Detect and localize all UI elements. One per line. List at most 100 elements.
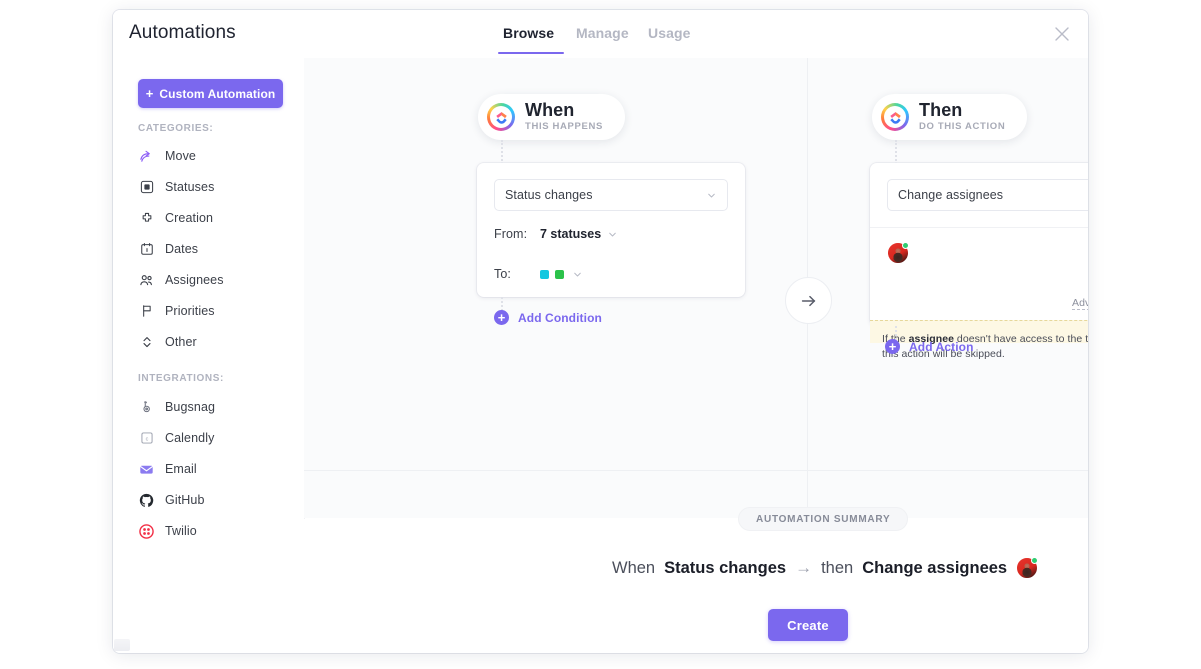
when-subtitle: THIS HAPPENS [525, 121, 604, 132]
trigger-card: Status changes From: 7 statuses To: [477, 163, 745, 297]
sidebar-item-label: Bugsnag [165, 400, 216, 414]
from-value-text: 7 statuses [540, 227, 602, 241]
summary-when-word: When [612, 558, 656, 577]
from-label: From: [494, 227, 528, 241]
summary-arrow-icon: → [795, 558, 813, 577]
sidebar-item-label: Other [165, 335, 197, 349]
sidebar-item-label: Statuses [165, 180, 215, 194]
sidebar-item-creation[interactable]: Creation [131, 205, 291, 231]
custom-automation-label: Custom Automation [159, 86, 276, 101]
action-select[interactable]: Change assignees [887, 179, 1088, 211]
action-select-value: Change assignees [898, 188, 1004, 202]
sidebar-item-calendly[interactable]: c Calendly [131, 425, 291, 451]
clickup-logo-icon [881, 103, 909, 131]
when-title: When [525, 100, 575, 120]
summary-sentence: When Status changes → then Change assign… [612, 557, 1039, 579]
summary-chip: AUTOMATION SUMMARY [738, 507, 909, 531]
action-card: Change assignees Advanced If the assigne… [870, 163, 1088, 360]
then-pill: Then DO THIS ACTION [872, 94, 1028, 140]
summary-trigger-text: Status changes [664, 558, 787, 577]
sidebar-item-other[interactable]: Other [131, 329, 291, 355]
svg-text:c: c [145, 436, 148, 442]
close-icon[interactable] [1050, 22, 1074, 46]
calendly-icon: c [139, 431, 154, 446]
sidebar: + Custom Automation CATEGORIES: Move Sta… [113, 58, 305, 653]
sidebar-item-label: Creation [165, 211, 214, 225]
add-action-label: Add Action [909, 339, 974, 354]
add-action-button[interactable]: + Add Action [885, 339, 974, 354]
screen: Automations Browse Manage Usage + Custom… [0, 0, 1201, 669]
sidebar-item-priorities[interactable]: Priorities [131, 298, 291, 324]
sidebar-item-label: Priorities [165, 304, 215, 318]
tab-browse[interactable]: Browse [503, 25, 554, 41]
when-pill: When THIS HAPPENS [478, 94, 626, 140]
plus-circle-icon: + [885, 339, 900, 354]
then-pill-text: Then DO THIS ACTION [919, 101, 1005, 133]
from-row: From: 7 statuses [494, 227, 618, 241]
sidebar-item-label: Dates [165, 242, 199, 256]
plus-circle-icon: + [494, 310, 509, 325]
move-arrow-icon [139, 149, 154, 164]
people-icon [139, 273, 154, 288]
from-value[interactable]: 7 statuses [540, 227, 618, 241]
integrations-header: INTEGRATIONS: [138, 373, 224, 384]
sidebar-item-dates[interactable]: Dates [131, 236, 291, 262]
sidebar-item-move[interactable]: Move [131, 143, 291, 169]
sidebar-item-statuses[interactable]: Statuses [131, 174, 291, 200]
flag-icon [139, 304, 154, 319]
then-title: Then [919, 100, 963, 120]
to-value[interactable] [540, 269, 583, 280]
sidebar-item-twilio[interactable]: Twilio [131, 518, 291, 544]
action-stem [895, 326, 897, 340]
to-label: To: [494, 267, 511, 281]
calendar-icon [139, 242, 154, 257]
resize-handle[interactable] [114, 639, 130, 651]
automations-modal: Automations Browse Manage Usage + Custom… [113, 10, 1088, 653]
trigger-select[interactable]: Status changes [494, 179, 728, 211]
tab-usage[interactable]: Usage [648, 25, 691, 41]
sidebar-item-label: Email [165, 462, 197, 476]
then-stem [895, 140, 897, 164]
condition-stem [501, 297, 503, 311]
sidebar-item-email[interactable]: Email [131, 456, 291, 482]
tab-manage[interactable]: Manage [576, 25, 629, 41]
summary-action-text: Change assignees [862, 558, 1008, 577]
modal-header: Automations Browse Manage Usage [113, 10, 1088, 59]
online-status-dot [902, 242, 909, 249]
automation-summary-section: AUTOMATION SUMMARY When Status changes →… [304, 507, 1088, 653]
custom-automation-button[interactable]: + Custom Automation [138, 79, 283, 108]
when-stem [501, 140, 503, 164]
then-subtitle: DO THIS ACTION [919, 121, 1006, 132]
assignee-avatar [1016, 557, 1039, 579]
sidebar-item-label: Assignees [165, 273, 224, 287]
sidebar-item-label: Calendly [165, 431, 215, 445]
assignee-avatar[interactable] [887, 242, 909, 264]
create-button[interactable]: Create [768, 609, 848, 641]
summary-then-word: then [821, 558, 854, 577]
categories-header: CATEGORIES: [138, 123, 214, 134]
plus-icon: + [145, 86, 154, 101]
chevron-down-icon [572, 269, 583, 280]
sidebar-item-label: GitHub [165, 493, 205, 507]
advanced-link[interactable]: Advanced [1072, 297, 1088, 310]
add-condition-label: Add Condition [518, 310, 602, 325]
automation-canvas: When THIS HAPPENS Status changes From: 7… [304, 58, 1088, 518]
sidebar-item-bugsnag[interactable]: Bugsnag [131, 394, 291, 420]
github-icon [139, 493, 154, 508]
twilio-icon [139, 523, 154, 539]
status-swatch-1 [540, 269, 549, 279]
status-square-icon [139, 180, 154, 195]
chevron-down-icon [607, 229, 618, 240]
status-swatch-2 [555, 269, 564, 279]
plus-cross-icon [139, 211, 154, 226]
sidebar-item-assignees[interactable]: Assignees [131, 267, 291, 293]
when-pill-text: When THIS HAPPENS [525, 101, 603, 133]
tab-bar: Browse Manage Usage [113, 10, 1088, 58]
summary-avatar [1016, 557, 1039, 579]
sidebar-item-github[interactable]: GitHub [131, 487, 291, 513]
add-condition-button[interactable]: + Add Condition [494, 310, 602, 325]
action-card-divider [870, 227, 1088, 228]
updown-chevrons-icon [139, 335, 154, 350]
tab-underline [498, 52, 564, 54]
online-status-dot [1031, 557, 1039, 564]
